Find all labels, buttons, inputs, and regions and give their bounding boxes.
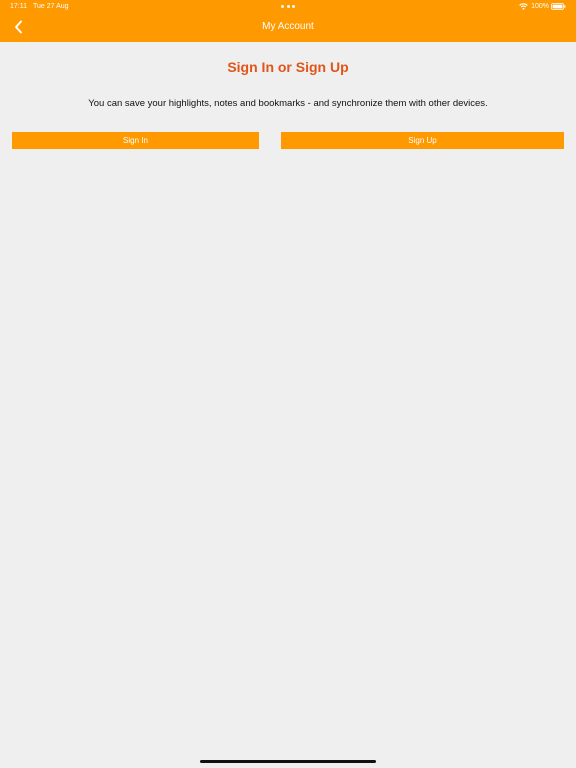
account-description: You can save your highlights, notes and … xyxy=(88,98,488,109)
navigation-bar: 17:11 Tue 27 Aug 100% My Account xyxy=(0,0,576,42)
battery-icon xyxy=(551,3,566,10)
multitasking-dots-icon[interactable] xyxy=(281,5,295,8)
status-time: 17:11 xyxy=(10,3,27,10)
status-indicators: 100% xyxy=(519,3,566,10)
sign-up-button[interactable]: Sign Up xyxy=(281,132,564,149)
home-indicator[interactable] xyxy=(200,760,376,763)
status-date: Tue 27 Aug xyxy=(33,3,69,10)
sign-in-heading: Sign In or Sign Up xyxy=(227,59,349,75)
sign-in-button[interactable]: Sign In xyxy=(12,132,259,149)
status-time-date: 17:11 Tue 27 Aug xyxy=(10,3,75,10)
battery-percentage: 100% xyxy=(531,3,549,10)
wifi-icon xyxy=(519,3,528,10)
page-title: My Account xyxy=(262,21,314,32)
